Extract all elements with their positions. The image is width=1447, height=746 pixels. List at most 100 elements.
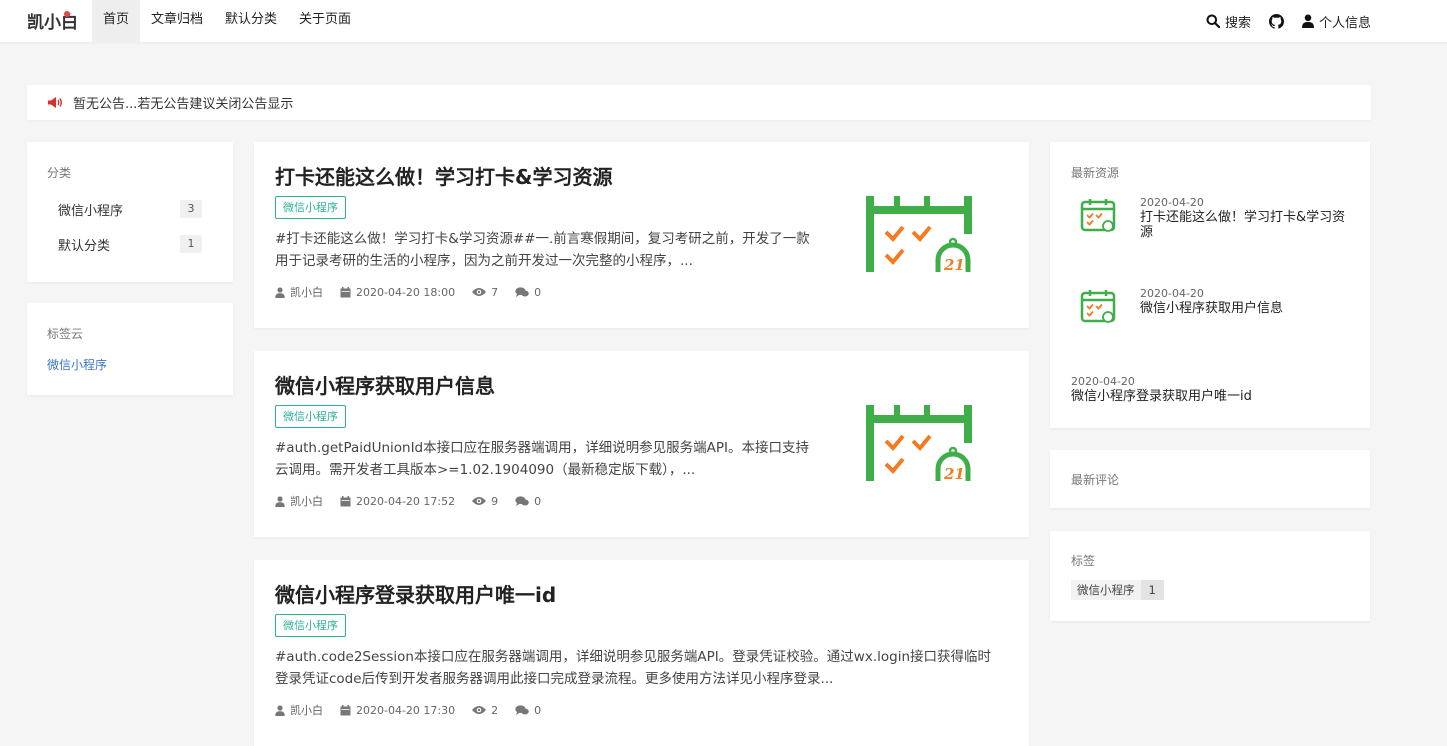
post-title[interactable]: 微信小程序获取用户信息 xyxy=(275,370,495,399)
resource-date: 2020-04-20 xyxy=(1140,196,1204,209)
tag-chip-count: 1 xyxy=(1140,580,1164,600)
nav-home[interactable]: 首页 xyxy=(92,0,141,42)
search-button[interactable]: 搜索 xyxy=(1206,12,1251,31)
post-title[interactable]: 打卡还能这么做！学习打卡&学习资源 xyxy=(275,161,612,190)
post-card: 打卡还能这么做！学习打卡&学习资源 微信小程序 #打卡还能这么做！学习打卡&学习… xyxy=(254,142,1029,328)
post-views: 9 xyxy=(472,495,498,508)
post-date: 2020-04-20 17:30 xyxy=(340,704,455,717)
announcement-bar: 暂无公告...若无公告建议关闭公告显示 xyxy=(27,85,1371,120)
eye-icon xyxy=(472,706,487,714)
resource-title[interactable]: 微信小程序获取用户信息 xyxy=(1140,301,1350,316)
category-label: 微信小程序 xyxy=(58,204,124,219)
comments-icon xyxy=(515,286,529,297)
calendar-icon xyxy=(340,495,351,506)
post-views-count: 7 xyxy=(491,285,499,299)
post-views: 2 xyxy=(472,704,498,717)
post-title[interactable]: 微信小程序登录获取用户唯一id xyxy=(275,579,556,608)
search-icon xyxy=(1206,14,1220,28)
user-icon xyxy=(275,704,285,716)
post-tag[interactable]: 微信小程序 xyxy=(275,405,346,428)
category-item-default[interactable]: 默认分类 1 xyxy=(58,235,202,254)
post-meta: 凯小白 2020-04-20 18:00 7 0 xyxy=(275,284,558,300)
post-excerpt: #auth.code2Session本接口应在服务器端调用，详细说明参见服务端A… xyxy=(275,649,991,687)
tag-cloud-link[interactable]: 微信小程序 xyxy=(47,356,213,373)
calendar-check-icon[interactable]: 21 xyxy=(866,405,974,481)
post-comments: 0 xyxy=(515,495,541,508)
post-author-name: 凯小白 xyxy=(290,495,323,508)
post-views: 7 xyxy=(472,286,498,299)
resource-title[interactable]: 微信小程序登录获取用户唯一id xyxy=(1071,389,1252,404)
post-date: 2020-04-20 18:00 xyxy=(340,286,455,299)
announcement-text: 暂无公告...若无公告建议关闭公告显示 xyxy=(73,97,294,112)
search-label: 搜索 xyxy=(1224,15,1251,31)
calendar-icon xyxy=(340,286,351,297)
post-author[interactable]: 凯小白 xyxy=(275,493,323,509)
post-author[interactable]: 凯小白 xyxy=(275,284,323,300)
post-tag[interactable]: 微信小程序 xyxy=(275,614,346,637)
post-views-count: 9 xyxy=(491,494,499,508)
calendar-check-icon[interactable]: 21 xyxy=(866,196,974,272)
main-nav: 首页 文章归档 默认分类 关于页面 xyxy=(92,0,362,42)
post-excerpt: #auth.getPaidUnionId本接口应在服务器端调用，详细说明参见服务… xyxy=(275,440,809,478)
category-item-wechat-miniprogram[interactable]: 微信小程序 3 xyxy=(58,200,202,219)
megaphone-icon xyxy=(48,97,62,108)
svg-text:21: 21 xyxy=(943,465,965,481)
user-icon xyxy=(275,286,285,298)
post-card: 微信小程序登录获取用户唯一id 微信小程序 #auth.code2Session… xyxy=(254,560,1029,746)
resource-date: 2020-04-20 xyxy=(1140,287,1204,300)
svg-text:21: 21 xyxy=(943,256,965,272)
post-meta: 凯小白 2020-04-20 17:30 2 0 xyxy=(275,702,558,718)
github-button[interactable] xyxy=(1268,13,1284,29)
resource-item[interactable]: 2020-04-20 微信小程序获取用户信息 xyxy=(1079,287,1350,325)
post-author[interactable]: 凯小白 xyxy=(275,702,323,718)
profile-label: 个人信息 xyxy=(1318,15,1371,31)
tags-title: 标签 xyxy=(1071,554,1096,568)
tag-chip[interactable]: 微信小程序 1 xyxy=(1071,580,1164,600)
post-comments: 0 xyxy=(515,704,541,717)
post-author-name: 凯小白 xyxy=(290,286,323,299)
post-author-name: 凯小白 xyxy=(290,704,323,717)
latest-comments-card: 最新评论 xyxy=(1050,450,1370,508)
nav-default-category[interactable]: 默认分类 xyxy=(214,0,288,42)
user-icon xyxy=(275,495,285,507)
post-comments-count: 0 xyxy=(534,703,542,717)
post-card: 微信小程序获取用户信息 微信小程序 #auth.getPaidUnionId本接… xyxy=(254,351,1029,537)
top-navbar: 凯小白 首页 文章归档 默认分类 关于页面 搜索 个人信息 xyxy=(0,0,1447,42)
post-excerpt: #打卡还能这么做！学习打卡&学习资源##一.前言寒假期间，复习考研之前，开发了一… xyxy=(275,231,810,269)
post-meta: 凯小白 2020-04-20 17:52 9 0 xyxy=(275,493,558,509)
comments-icon xyxy=(515,704,529,715)
github-icon xyxy=(1268,13,1284,29)
categories-title: 分类 xyxy=(47,166,72,180)
header-right-nav: 搜索 个人信息 xyxy=(1206,0,1371,42)
post-date: 2020-04-20 17:52 xyxy=(340,495,455,508)
post-date-text: 2020-04-20 17:30 xyxy=(356,703,456,717)
resource-item[interactable]: 2020-04-20 打卡还能这么做！学习打卡&学习资源 xyxy=(1079,196,1350,240)
calendar-check-icon xyxy=(1080,199,1116,232)
eye-icon xyxy=(472,497,487,505)
tag-cloud-card: 标签云 微信小程序 xyxy=(27,303,233,395)
post-date-text: 2020-04-20 18:00 xyxy=(356,285,456,299)
post-tag[interactable]: 微信小程序 xyxy=(275,196,346,219)
post-comments-count: 0 xyxy=(534,285,542,299)
tags-card: 标签 微信小程序 1 xyxy=(1050,531,1370,621)
svg-text:凯小白: 凯小白 xyxy=(27,12,78,33)
calendar-check-icon xyxy=(1080,290,1116,323)
resource-title[interactable]: 打卡还能这么做！学习打卡&学习资源 xyxy=(1140,210,1350,240)
profile-button[interactable]: 个人信息 xyxy=(1301,12,1371,31)
latest-resources-card: 最新资源 2020-04-20 打卡还能这么做！学习打卡&学习资源 2020-0… xyxy=(1050,142,1370,428)
resource-item[interactable]: 2020-04-20 微信小程序登录获取用户唯一id xyxy=(1071,375,1252,404)
nav-about[interactable]: 关于页面 xyxy=(288,0,362,42)
nav-archive[interactable]: 文章归档 xyxy=(140,0,214,42)
tag-chip-label: 微信小程序 xyxy=(1077,583,1135,597)
site-logo[interactable]: 凯小白 xyxy=(26,8,82,34)
category-label: 默认分类 xyxy=(58,239,111,254)
resource-date: 2020-04-20 xyxy=(1071,375,1135,388)
latest-comments-title: 最新评论 xyxy=(1071,473,1120,487)
eye-icon xyxy=(472,288,487,296)
comments-icon xyxy=(515,495,529,506)
tag-cloud-title: 标签云 xyxy=(47,327,84,341)
user-icon xyxy=(1301,14,1314,28)
calendar-icon xyxy=(340,704,351,715)
category-count: 3 xyxy=(180,200,202,218)
category-count: 1 xyxy=(180,235,202,253)
